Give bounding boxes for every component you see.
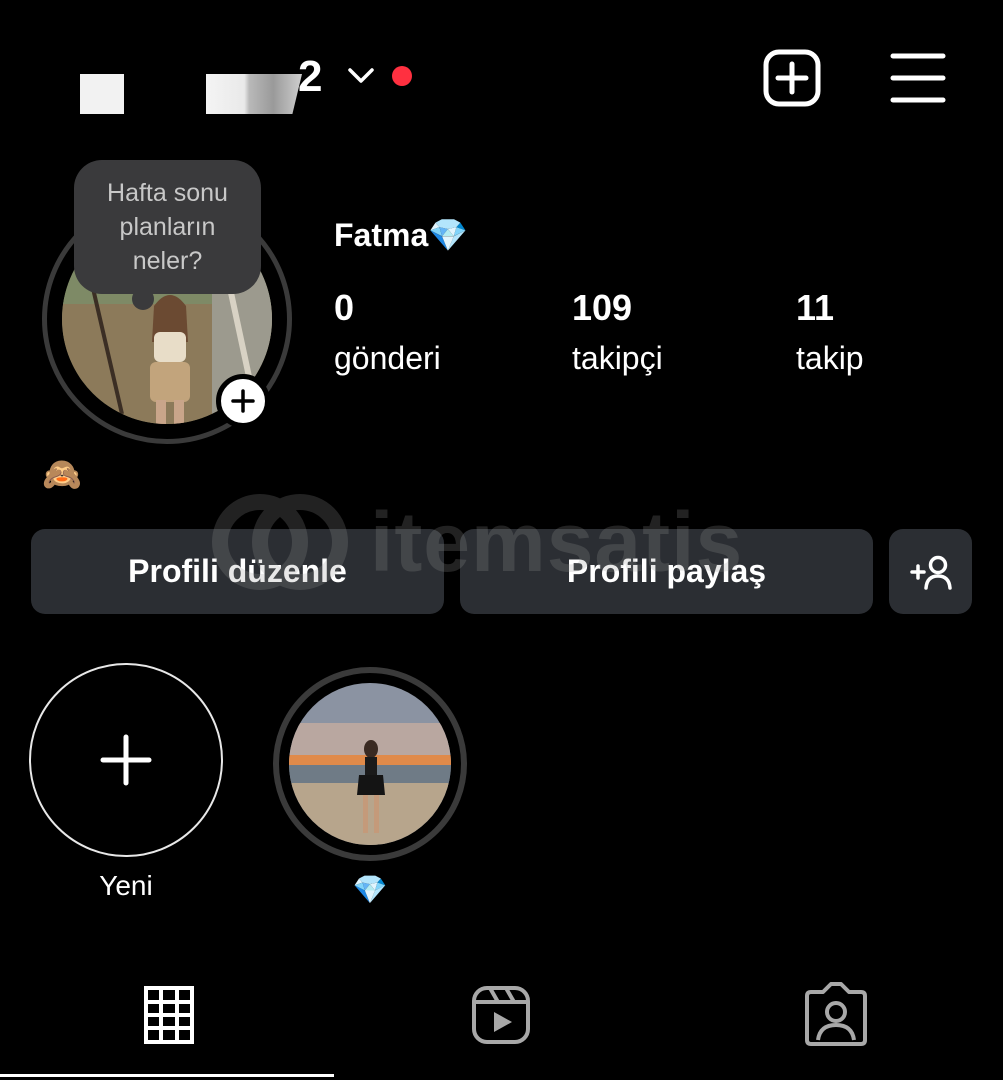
stat-posts[interactable]: 0 gönderi bbox=[334, 286, 441, 380]
highlight-cover[interactable] bbox=[289, 683, 451, 845]
profile-note-text: Hafta sonu planların neler? bbox=[107, 179, 228, 275]
add-person-icon bbox=[909, 555, 952, 590]
username-visible-suffix: 2 bbox=[298, 52, 323, 101]
plus-icon bbox=[100, 734, 152, 786]
note-bubble-tail bbox=[132, 288, 154, 310]
bio-emoji: 🙈 bbox=[42, 456, 82, 492]
bio-text: 🙈 bbox=[42, 454, 86, 494]
stat-following[interactable]: 11 takip bbox=[796, 286, 864, 380]
tagged-user-icon[interactable] bbox=[801, 980, 871, 1050]
add-story-button[interactable] bbox=[216, 374, 270, 428]
plus-icon bbox=[231, 389, 255, 413]
grid-icon[interactable] bbox=[134, 980, 204, 1050]
stat-following-count: 11 bbox=[796, 287, 835, 328]
redacted-username-part bbox=[206, 74, 302, 114]
selected-tab-indicator bbox=[0, 1074, 334, 1077]
new-highlight-button[interactable] bbox=[29, 663, 223, 857]
share-profile-button[interactable]: Profili paylaş bbox=[460, 529, 873, 614]
redacted-username-part bbox=[80, 74, 124, 114]
reels-icon[interactable] bbox=[466, 980, 536, 1050]
display-name: Fatma💎 bbox=[334, 217, 469, 253]
account-switcher[interactable]: 2 bbox=[80, 52, 412, 114]
stat-posts-label: gönderi bbox=[334, 340, 441, 376]
stat-followers-count: 109 bbox=[572, 287, 633, 328]
stat-followers[interactable]: 109 takipçi bbox=[572, 286, 663, 380]
chevron-down-icon[interactable] bbox=[346, 64, 376, 88]
profile-note-bubble[interactable]: Hafta sonu planların neler? bbox=[74, 160, 261, 294]
discover-people-button[interactable] bbox=[889, 529, 972, 614]
stat-followers-label: takipçi bbox=[572, 340, 663, 376]
stat-following-label: takip bbox=[796, 340, 864, 376]
highlight-image bbox=[289, 683, 451, 845]
hamburger-menu-icon[interactable] bbox=[890, 52, 946, 104]
notification-dot bbox=[392, 66, 412, 86]
create-plus-icon[interactable] bbox=[762, 48, 822, 108]
highlight-label-diamond: 💎 bbox=[352, 874, 388, 905]
highlight-label-new: Yeni bbox=[99, 870, 153, 901]
stat-posts-count: 0 bbox=[334, 287, 355, 328]
edit-profile-button[interactable]: Profili düzenle bbox=[31, 529, 444, 614]
profile-screen: 2 Hafta sonu planların neler? Fatma💎 0 g… bbox=[0, 0, 1003, 1080]
